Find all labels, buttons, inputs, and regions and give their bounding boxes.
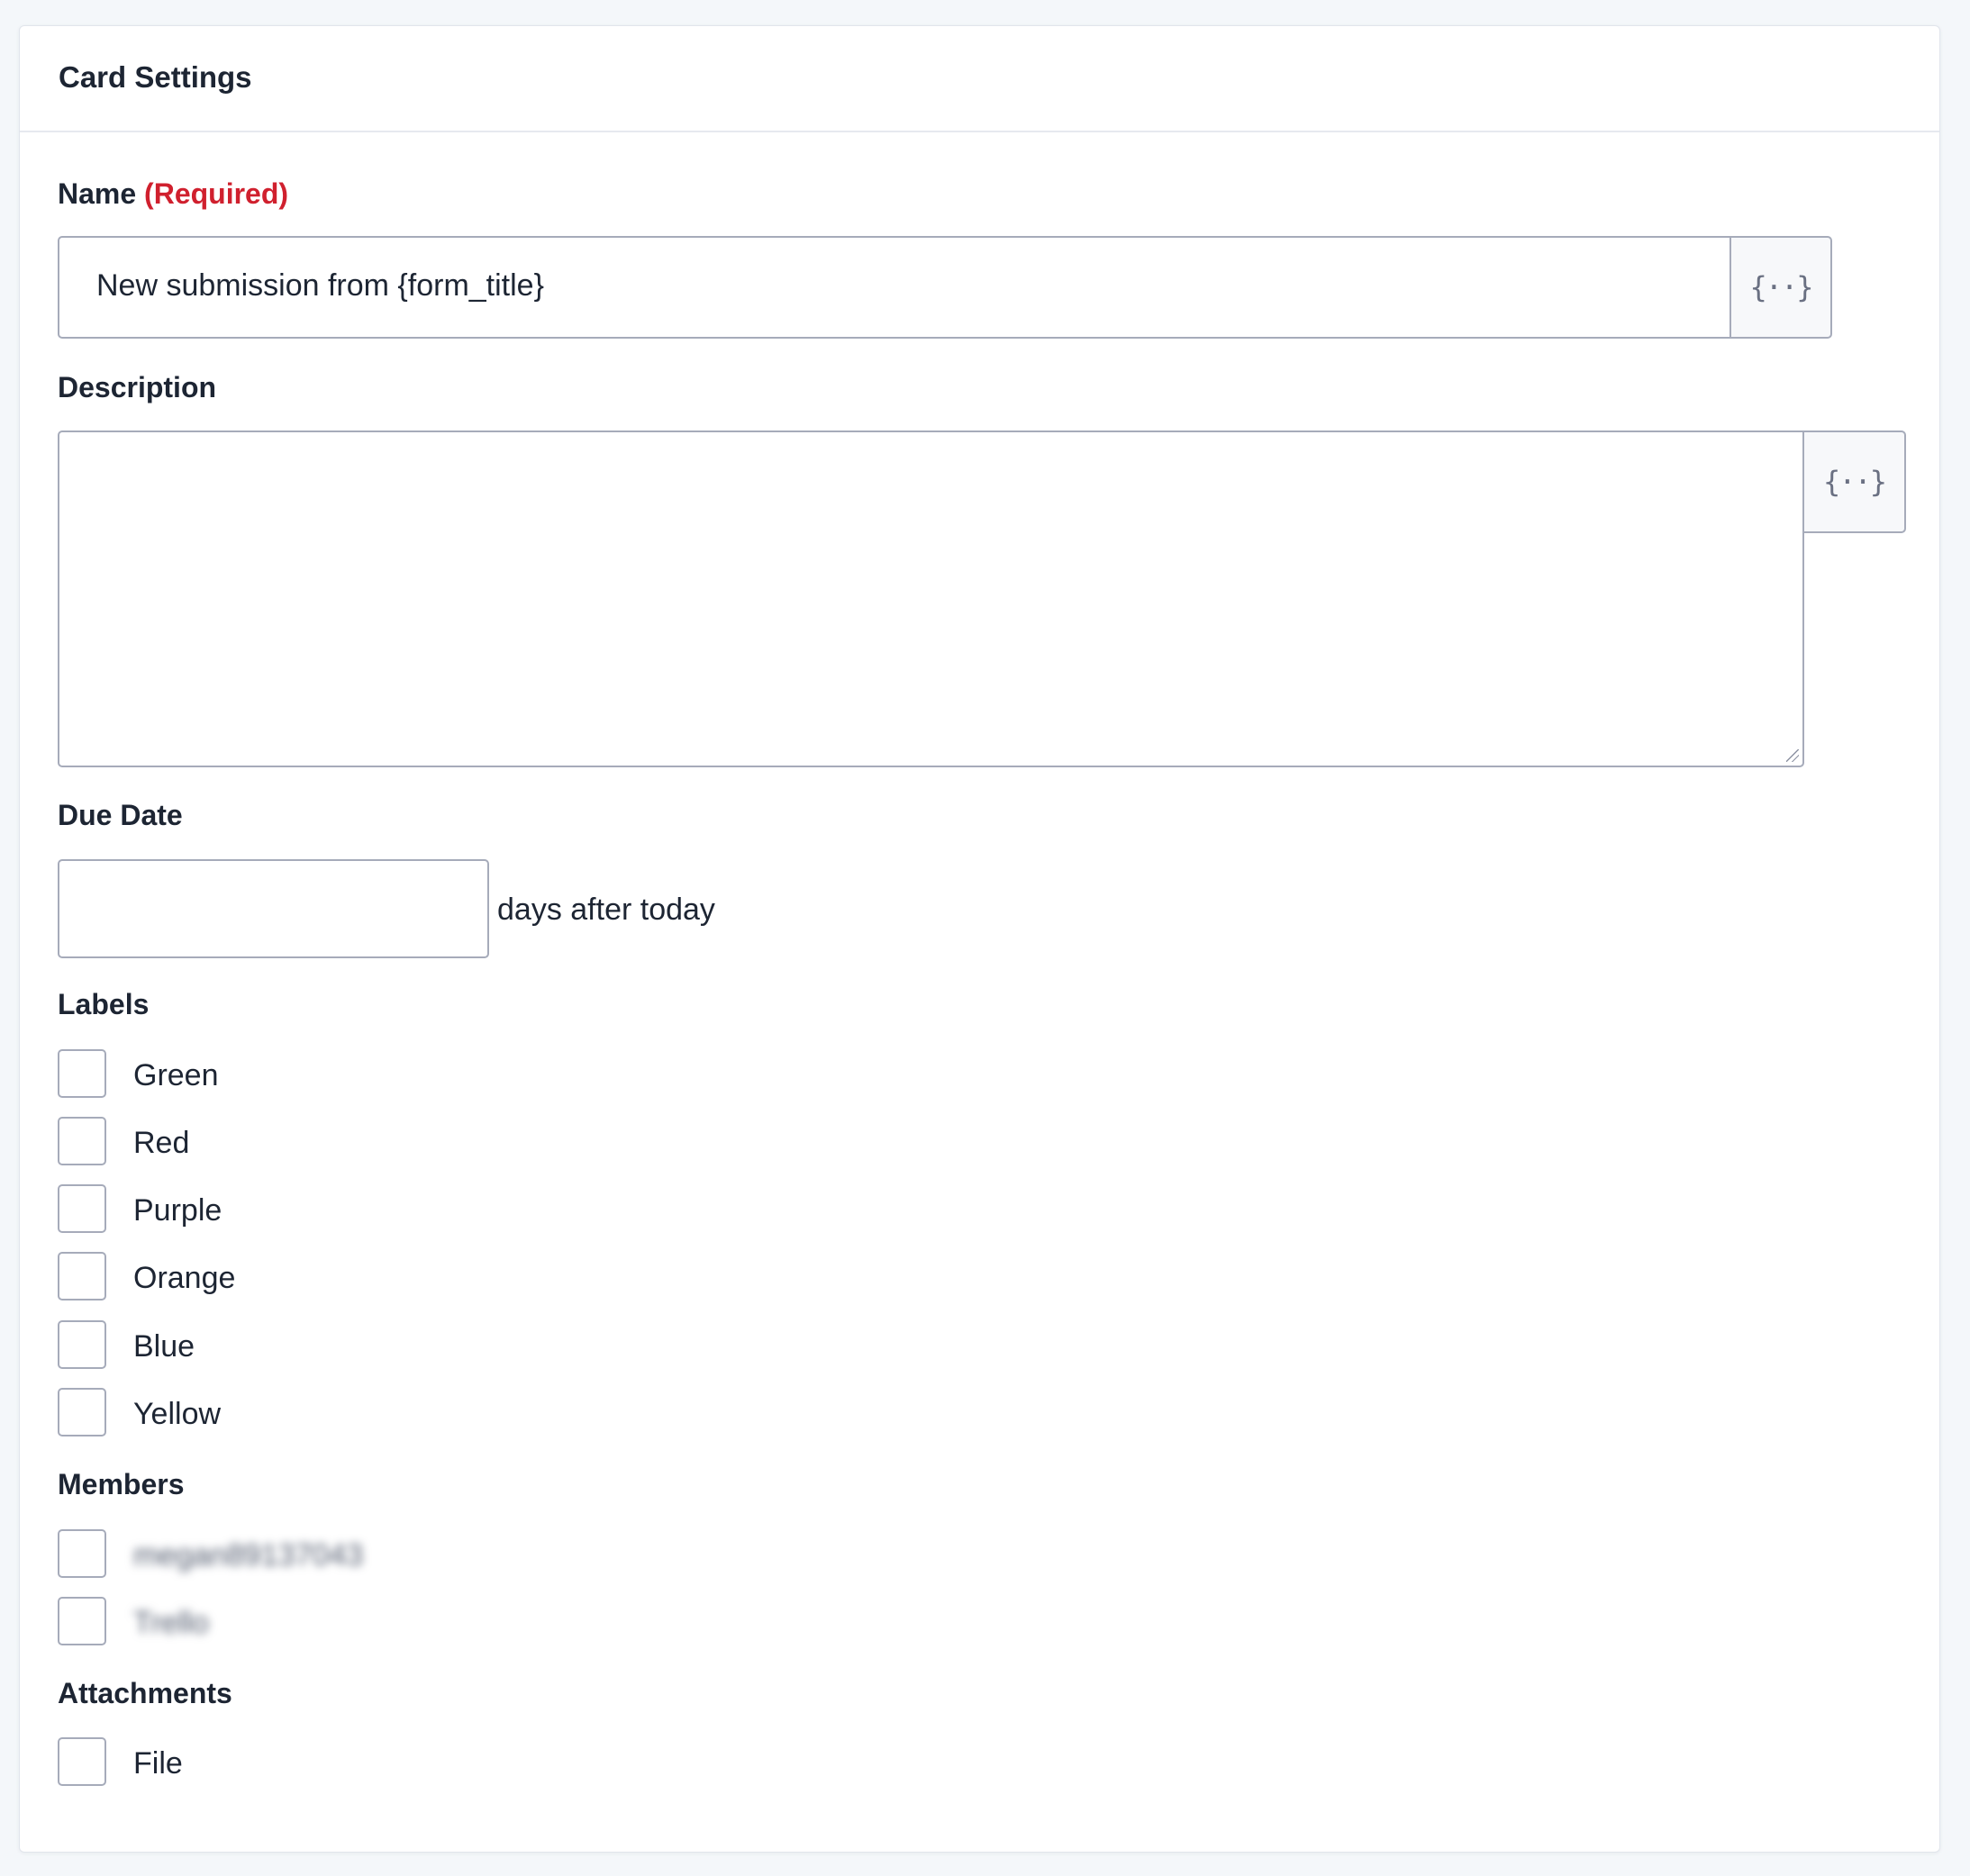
checkbox-label: Yellow: [133, 1397, 222, 1431]
card-title: Card Settings: [59, 60, 252, 94]
attachments-label: Attachments: [58, 1677, 232, 1709]
member-name-blurred: Trello: [133, 1606, 209, 1640]
due-date-suffix: days after today: [497, 893, 715, 927]
description-merge-tags-button[interactable]: {··}: [1803, 430, 1906, 533]
label-option-purple[interactable]: Purple: [58, 1184, 688, 1233]
checkbox-label: Orange: [133, 1261, 236, 1295]
checkbox-label: Blue: [133, 1329, 195, 1364]
checkbox[interactable]: [58, 1388, 106, 1436]
name-input-value: New submission from {form_title}: [96, 268, 544, 303]
label-option-green[interactable]: Green: [58, 1049, 688, 1098]
name-input[interactable]: New submission from {form_title}: [58, 236, 1731, 339]
checkbox[interactable]: [58, 1184, 106, 1233]
checkbox[interactable]: [58, 1252, 106, 1301]
checkbox-label: Red: [133, 1126, 190, 1160]
checkbox[interactable]: [58, 1529, 106, 1578]
checkbox-label: Purple: [133, 1193, 222, 1228]
checkbox-label: File: [133, 1746, 183, 1781]
due-date-input[interactable]: [58, 859, 489, 958]
label-option-blue[interactable]: Blue: [58, 1320, 688, 1369]
resize-grip-icon[interactable]: [1786, 749, 1799, 762]
members-label: Members: [58, 1468, 185, 1500]
checkbox[interactable]: [58, 1737, 106, 1786]
card-settings-panel: Card Settings Name (Required) New submis…: [19, 25, 1940, 1853]
labels-label: Labels: [58, 988, 150, 1020]
card-header: Card Settings: [20, 26, 1939, 132]
label-option-yellow[interactable]: Yellow: [58, 1388, 688, 1436]
member-option[interactable]: Trello: [58, 1597, 688, 1645]
checkbox[interactable]: [58, 1597, 106, 1645]
label-option-orange[interactable]: Orange: [58, 1252, 688, 1301]
description-label: Description: [58, 371, 217, 403]
checkbox-label: Green: [133, 1058, 219, 1092]
checkbox[interactable]: [58, 1117, 106, 1165]
checkbox[interactable]: [58, 1049, 106, 1098]
due-date-label: Due Date: [58, 799, 183, 831]
member-name-blurred: megan89137043: [133, 1538, 364, 1572]
name-label: Name (Required): [58, 177, 288, 211]
merge-tags-icon: {··}: [1749, 270, 1813, 304]
checkbox[interactable]: [58, 1320, 106, 1369]
label-option-red[interactable]: Red: [58, 1117, 688, 1165]
name-label-text: Name: [58, 177, 137, 210]
attachment-option-file[interactable]: File: [58, 1737, 688, 1786]
name-merge-tags-button[interactable]: {··}: [1730, 236, 1832, 339]
member-option[interactable]: megan89137043: [58, 1529, 688, 1578]
required-indicator: (Required): [144, 177, 289, 210]
merge-tags-icon: {··}: [1822, 465, 1887, 499]
description-textarea[interactable]: [58, 430, 1804, 767]
